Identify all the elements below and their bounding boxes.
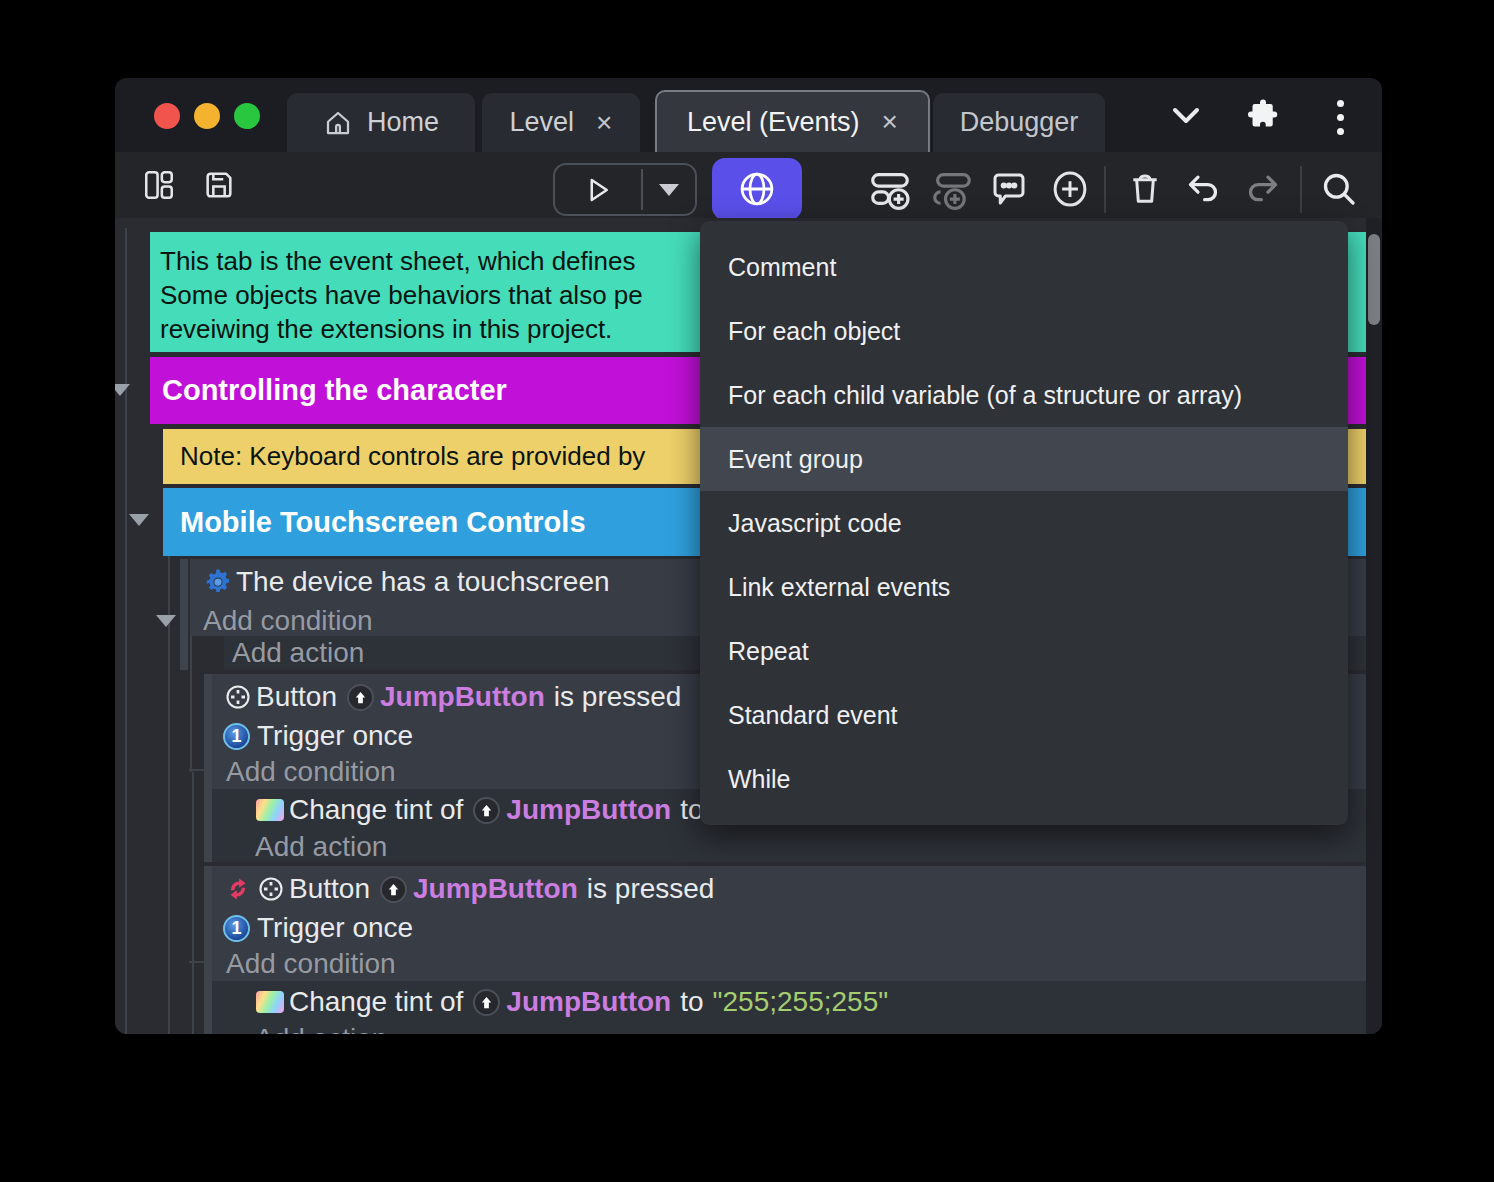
- preview-play-button[interactable]: [555, 165, 641, 214]
- caret-down-icon: [659, 184, 679, 196]
- gear-icon: [203, 567, 233, 597]
- tab-level-label: Level: [510, 107, 575, 138]
- jumpbutton-sprite-icon: [380, 876, 407, 903]
- menu-item-standard-event[interactable]: Standard event: [700, 683, 1348, 747]
- jumpbutton-sprite-icon: [473, 989, 500, 1016]
- add-action-text-3: Add action: [255, 1023, 387, 1035]
- scrollbar-track[interactable]: [1366, 218, 1382, 1034]
- home-icon: [323, 108, 353, 138]
- layout-panels-icon[interactable]: [142, 168, 176, 202]
- add-event-button[interactable]: [867, 166, 913, 212]
- toolbar: [115, 152, 1382, 218]
- button-object-text: Button: [256, 681, 337, 713]
- add-action-text-2: Add action: [255, 831, 387, 863]
- menu-item-event-group[interactable]: Event group: [700, 427, 1348, 491]
- zoom-window-button[interactable]: [234, 103, 260, 129]
- delete-button[interactable]: [1125, 168, 1165, 208]
- tab-debugger[interactable]: Debugger: [933, 93, 1105, 152]
- redo-button[interactable]: [1243, 168, 1283, 208]
- group-mobile-label: Mobile Touchscreen Controls: [180, 506, 586, 538]
- globe-icon: [736, 168, 778, 210]
- preview-dropdown-button[interactable]: [643, 165, 695, 214]
- search-button[interactable]: [1318, 168, 1358, 208]
- change-tint-text-1: Change tint of: [289, 794, 463, 826]
- menu-item-comment[interactable]: Comment: [700, 235, 1348, 299]
- tab-home[interactable]: Home: [287, 93, 475, 152]
- note-text: Note: Keyboard controls are provided by: [180, 441, 645, 471]
- action-block-jump2[interactable]: Change tint of JumpButton to "255;255;25…: [212, 981, 1366, 1034]
- chevron-down-icon[interactable]: [1167, 102, 1205, 130]
- tab-home-label: Home: [367, 107, 439, 138]
- condition-touchscreen-text: The device has a touchscreen: [236, 566, 610, 598]
- group-controlling-label: Controlling the character: [162, 374, 507, 406]
- to-text-2: to: [680, 986, 703, 1018]
- app-window: Home Level × Level (Events) × Debugger: [115, 78, 1382, 1034]
- tint-value-2: "255;255;255": [713, 986, 889, 1018]
- play-icon: [583, 175, 613, 205]
- trigger-once-icon: 1: [223, 915, 250, 942]
- add-action-link-2[interactable]: Add action: [212, 831, 1366, 862]
- condition-trigger-once-2[interactable]: 1 Trigger once: [212, 909, 1366, 947]
- context-menu: Comment For each object For each child v…: [700, 221, 1348, 825]
- add-action-text-1: Add action: [232, 637, 364, 668]
- collapse-arrow-group1[interactable]: [115, 384, 130, 396]
- tint-icon: [256, 991, 284, 1013]
- tab-level-events[interactable]: Level (Events) ×: [655, 90, 930, 152]
- condition-button-pressed-2[interactable]: Button JumpButton is pressed: [212, 869, 1366, 909]
- is-pressed-text: is pressed: [587, 873, 715, 905]
- jumpbutton-sprite-icon: [347, 684, 374, 711]
- invert-icon: [224, 875, 252, 903]
- minimize-window-button[interactable]: [194, 103, 220, 129]
- event-block-jump2[interactable]: Button JumpButton is pressed 1 Trigger o…: [212, 866, 1366, 981]
- tab-level-events-close-icon[interactable]: ×: [882, 106, 898, 138]
- tab-level-events-label: Level (Events): [687, 107, 860, 138]
- save-icon[interactable]: [202, 168, 236, 202]
- menu-item-javascript-code[interactable]: Javascript code: [700, 491, 1348, 555]
- collapse-arrow-block1[interactable]: [156, 615, 176, 627]
- trigger-once-text-2: Trigger once: [257, 912, 413, 944]
- jumpbutton-name: JumpButton: [413, 873, 578, 905]
- add-condition-link-3[interactable]: Add condition: [212, 947, 1366, 981]
- menu-item-for-each-child-variable[interactable]: For each child variable (of a structure …: [700, 363, 1348, 427]
- change-tint-text-2: Change tint of: [289, 986, 463, 1018]
- tint-icon: [256, 799, 284, 821]
- extensions-puzzle-icon[interactable]: [1245, 98, 1281, 134]
- play-split-button: [553, 163, 697, 216]
- action-change-tint-2[interactable]: Change tint of JumpButton to "255;255;25…: [212, 981, 1366, 1023]
- tab-level-close-icon[interactable]: ×: [596, 107, 612, 139]
- add-condition-text-1: Add condition: [203, 605, 373, 637]
- add-condition-text-2: Add condition: [226, 756, 396, 788]
- jumpbutton-name: JumpButton: [506, 986, 671, 1018]
- add-action-link-3[interactable]: Add action: [212, 1023, 1366, 1034]
- scrollbar-thumb[interactable]: [1368, 234, 1380, 325]
- tab-level[interactable]: Level ×: [482, 93, 640, 152]
- menu-item-link-external-events[interactable]: Link external events: [700, 555, 1348, 619]
- menu-item-for-each-object[interactable]: For each object: [700, 299, 1348, 363]
- add-condition-text-3: Add condition: [226, 948, 396, 980]
- jumpbutton-name: JumpButton: [506, 794, 671, 826]
- jumpbutton-sprite-icon: [473, 797, 500, 824]
- undo-button[interactable]: [1183, 168, 1223, 208]
- collapse-arrow-group2[interactable]: [129, 514, 149, 526]
- add-comment-button[interactable]: [988, 168, 1030, 210]
- menu-item-while[interactable]: While: [700, 747, 1348, 811]
- jumpbutton-name: JumpButton: [380, 681, 545, 713]
- tab-debugger-label: Debugger: [960, 107, 1079, 138]
- button-object-icon: [257, 875, 285, 903]
- add-anything-button[interactable]: [1049, 168, 1091, 210]
- kebab-menu-icon[interactable]: [1337, 100, 1344, 135]
- title-bar: Home Level × Level (Events) × Debugger: [115, 78, 1382, 152]
- add-subevent-button[interactable]: [929, 166, 975, 212]
- trigger-once-icon: 1: [223, 723, 250, 750]
- trigger-once-text-1: Trigger once: [257, 720, 413, 752]
- button-object-text: Button: [289, 873, 370, 905]
- menu-item-repeat[interactable]: Repeat: [700, 619, 1348, 683]
- close-window-button[interactable]: [154, 103, 180, 129]
- globe-button[interactable]: [712, 158, 802, 220]
- button-object-icon: [224, 683, 252, 711]
- is-pressed-text: is pressed: [554, 681, 682, 713]
